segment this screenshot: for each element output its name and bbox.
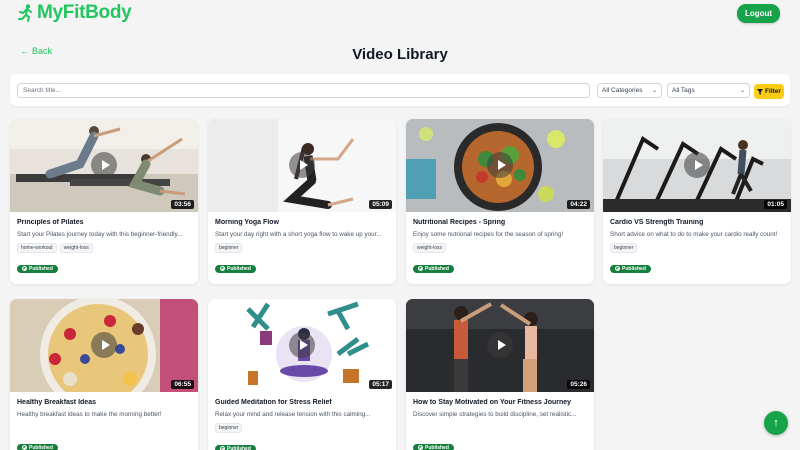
video-card[interactable]: 05:26 How to Stay Motivated on Your Fitn…: [406, 299, 594, 450]
video-description: Start your Pilates journey today with th…: [17, 231, 183, 238]
tag-list: weight-loss: [413, 243, 587, 253]
top-bar: MyFitBody Logout: [0, 0, 800, 34]
video-thumbnail[interactable]: 04:22: [406, 119, 594, 212]
filter-button[interactable]: Filter: [754, 84, 784, 99]
tag-chip[interactable]: weight-loss: [59, 243, 93, 253]
video-title[interactable]: Cardio VS Strength Training: [610, 219, 784, 226]
scroll-to-top-button[interactable]: ↑: [764, 411, 788, 435]
video-title[interactable]: Guided Meditation for Stress Relief: [215, 399, 389, 406]
arrow-up-icon: ↑: [773, 417, 779, 429]
tag-chip[interactable]: beginner: [215, 243, 243, 253]
video-title[interactable]: Morning Yoga Flow: [215, 219, 389, 226]
page-title: Video Library: [352, 46, 448, 63]
check-circle-icon: [220, 446, 225, 450]
status-badge: Published: [17, 443, 58, 450]
tag-select-value: All Tags: [672, 87, 695, 94]
video-thumbnail[interactable]: 01:05: [603, 119, 791, 212]
play-icon[interactable]: [487, 332, 513, 358]
status-label: Published: [227, 265, 251, 272]
status-badge: Published: [17, 264, 58, 273]
tag-list: beginner: [215, 243, 389, 253]
video-duration: 05:09: [369, 200, 392, 209]
status-badge: Published: [413, 443, 454, 450]
video-card[interactable]: 01:05 Cardio VS Strength Training Short …: [603, 119, 791, 284]
video-title[interactable]: Principles of Pilates: [17, 219, 191, 226]
check-circle-icon: [22, 445, 27, 450]
filter-label: Filter: [765, 88, 781, 95]
filter-panel: All Categories ⌄ All Tags ⌄ Filter: [10, 74, 790, 106]
play-icon[interactable]: [289, 332, 315, 358]
video-card[interactable]: 04:22 Nutritional Recipes - Spring Enjoy…: [406, 119, 594, 284]
check-circle-icon: [418, 445, 423, 450]
status-label: Published: [227, 445, 251, 450]
check-circle-icon: [220, 266, 225, 271]
logout-button[interactable]: Logout: [737, 4, 780, 23]
play-icon[interactable]: [487, 152, 513, 178]
status-label: Published: [29, 444, 53, 450]
video-thumbnail[interactable]: 05:26: [406, 299, 594, 392]
video-duration: 06:55: [171, 380, 194, 389]
category-select[interactable]: All Categories ⌄: [597, 83, 662, 98]
video-description: Relax your mind and release tension with…: [215, 411, 371, 418]
tag-list: home-workout weight-loss: [17, 243, 191, 253]
check-circle-icon: [22, 266, 27, 271]
play-icon[interactable]: [91, 152, 117, 178]
tag-chip[interactable]: beginner: [610, 243, 638, 253]
tag-list: [413, 423, 587, 432]
category-select-value: All Categories: [602, 87, 643, 94]
video-description: Start your day right with a short yoga f…: [215, 231, 382, 238]
app-name: MyFitBody: [37, 2, 132, 23]
play-icon[interactable]: [289, 152, 315, 178]
app-logo[interactable]: MyFitBody: [18, 2, 132, 24]
tag-chip[interactable]: beginner: [215, 423, 243, 433]
video-duration: 04:22: [567, 200, 590, 209]
check-circle-icon: [418, 266, 423, 271]
status-label: Published: [425, 444, 449, 450]
video-title[interactable]: How to Stay Motivated on Your Fitness Jo…: [413, 399, 587, 406]
video-thumbnail[interactable]: 05:17: [208, 299, 396, 392]
video-description: Healthy breakfast ideas to make the morn…: [17, 411, 162, 418]
tag-select[interactable]: All Tags ⌄: [667, 83, 750, 98]
status-label: Published: [622, 265, 646, 272]
chevron-down-icon: ⌄: [739, 88, 745, 94]
video-card[interactable]: 05:17 Guided Meditation for Stress Relie…: [208, 299, 396, 450]
tag-chip[interactable]: weight-loss: [413, 243, 447, 253]
tag-list: [17, 423, 191, 432]
video-duration: 01:05: [764, 200, 787, 209]
status-badge: Published: [413, 264, 454, 273]
runner-icon: [18, 4, 32, 22]
video-description: Discover simple strategies to build disc…: [413, 411, 577, 418]
tag-chip[interactable]: home-workout: [17, 243, 57, 253]
tag-list: beginner: [610, 243, 784, 253]
video-duration: 05:26: [567, 380, 590, 389]
video-title[interactable]: Healthy Breakfast Ideas: [17, 399, 191, 406]
play-icon[interactable]: [91, 332, 117, 358]
status-badge: Published: [215, 264, 256, 273]
video-thumbnail[interactable]: 06:55: [10, 299, 198, 392]
video-thumbnail[interactable]: 03:56: [10, 119, 198, 212]
video-description: Enjoy some nutrional recipes for the sea…: [413, 231, 564, 238]
funnel-icon: [757, 88, 764, 95]
video-duration: 05:17: [369, 380, 392, 389]
search-input[interactable]: [17, 83, 590, 98]
status-badge: Published: [215, 444, 256, 450]
play-icon[interactable]: [684, 152, 710, 178]
video-title[interactable]: Nutritional Recipes - Spring: [413, 219, 587, 226]
video-card[interactable]: 03:56 Principles of Pilates Start your P…: [10, 119, 198, 284]
video-card[interactable]: 06:55 Healthy Breakfast Ideas Healthy br…: [10, 299, 198, 450]
status-badge: Published: [610, 264, 651, 273]
video-thumbnail[interactable]: 05:09: [208, 119, 396, 212]
tag-list: beginner: [215, 423, 389, 433]
video-card[interactable]: 05:09 Morning Yoga Flow Start your day r…: [208, 119, 396, 284]
video-description: Short advice on what to do to make your …: [610, 231, 778, 238]
video-duration: 03:56: [171, 200, 194, 209]
chevron-down-icon: ⌄: [651, 88, 657, 94]
check-circle-icon: [615, 266, 620, 271]
status-label: Published: [425, 265, 449, 272]
status-label: Published: [29, 265, 53, 272]
